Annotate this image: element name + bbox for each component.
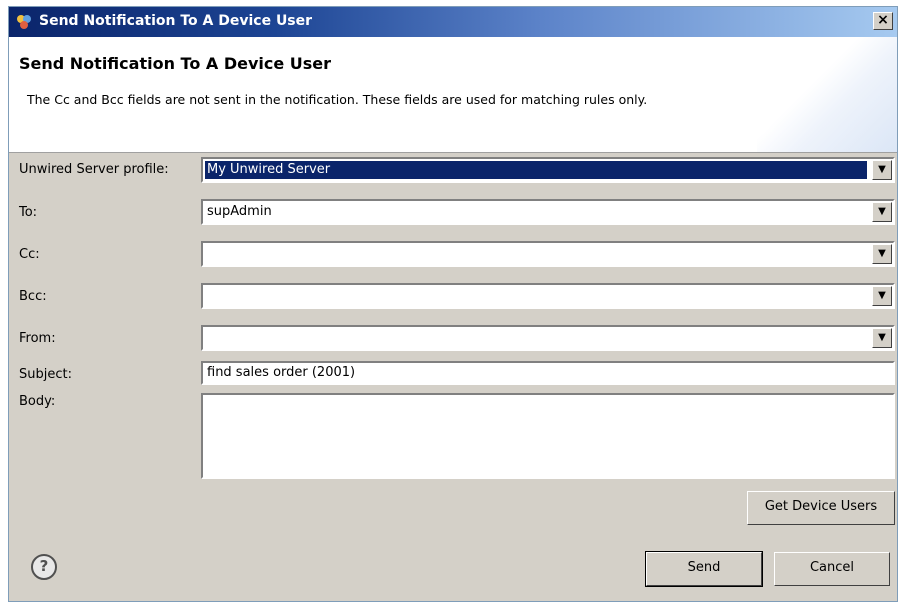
cancel-button[interactable]: Cancel <box>774 552 890 586</box>
chevron-down-icon[interactable]: ▼ <box>872 244 892 264</box>
chevron-down-icon[interactable]: ▼ <box>872 160 892 180</box>
header-decoration <box>757 37 897 152</box>
chevron-down-icon[interactable]: ▼ <box>872 202 892 222</box>
close-button[interactable]: × <box>873 12 893 30</box>
chevron-down-icon[interactable]: ▼ <box>872 328 892 348</box>
body-label: Body: <box>19 394 56 409</box>
dialog-header: Send Notification To A Device User The C… <box>9 37 897 153</box>
header-description: The Cc and Bcc fields are not sent in th… <box>27 92 648 107</box>
subject-input[interactable]: find sales order (2001) <box>201 361 895 385</box>
window-title: Send Notification To A Device User <box>39 13 313 29</box>
cc-combo[interactable]: ▼ <box>201 241 895 267</box>
from-label: From: <box>19 331 56 346</box>
bcc-combo[interactable]: ▼ <box>201 283 895 309</box>
header-title: Send Notification To A Device User <box>19 54 332 73</box>
cc-label: Cc: <box>19 247 40 262</box>
bcc-label: Bcc: <box>19 289 47 304</box>
help-icon[interactable]: ? <box>31 554 57 580</box>
from-combo[interactable]: ▼ <box>201 325 895 351</box>
profile-value: My Unwired Server <box>205 161 867 179</box>
to-combo[interactable]: supAdmin ▼ <box>201 199 895 225</box>
chevron-down-icon[interactable]: ▼ <box>872 286 892 306</box>
dialog-window: Send Notification To A Device User × Sen… <box>8 6 898 602</box>
to-value: supAdmin <box>207 204 272 219</box>
send-button[interactable]: Send <box>645 551 763 587</box>
get-device-users-button[interactable]: Get Device Users <box>747 491 895 525</box>
to-label: To: <box>19 205 38 220</box>
subject-label: Subject: <box>19 367 72 382</box>
title-bar: Send Notification To A Device User × <box>9 7 897 37</box>
profile-combo[interactable]: My Unwired Server ▼ <box>201 157 895 183</box>
notification-app-icon <box>15 13 33 31</box>
subject-value: find sales order (2001) <box>207 365 356 380</box>
body-textarea[interactable] <box>201 393 895 479</box>
profile-label: Unwired Server profile: <box>19 162 169 177</box>
